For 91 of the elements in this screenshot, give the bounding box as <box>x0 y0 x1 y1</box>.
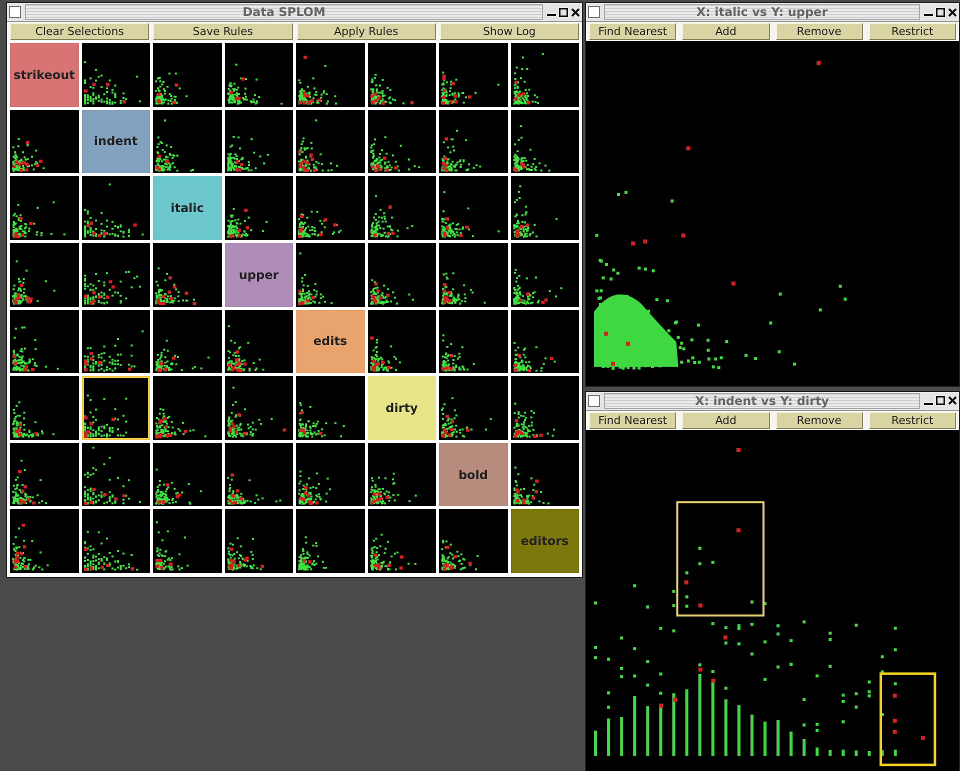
scatter-plot-drawing[interactable] <box>224 376 293 440</box>
scatter-plot-drawing[interactable] <box>82 176 150 240</box>
toolbar-button[interactable]: Find Nearest <box>589 23 676 40</box>
toolbar-button[interactable]: Show Log <box>440 23 579 40</box>
scatter-plot-drawing[interactable] <box>82 242 150 306</box>
variable-label[interactable]: edits <box>296 310 364 374</box>
variable-label[interactable]: upper <box>224 242 293 306</box>
maximize-icon[interactable] <box>936 8 945 16</box>
scatter-plot-drawing[interactable] <box>82 43 150 107</box>
scatter-plot-drawing[interactable] <box>224 442 293 506</box>
scatter-plot-drawing[interactable] <box>153 310 222 374</box>
toolbar-button[interactable]: Clear Selections <box>10 23 150 40</box>
close-icon[interactable] <box>948 396 957 406</box>
scatter-plot-drawing[interactable] <box>368 110 436 174</box>
scatter-plot-drawing[interactable] <box>296 242 364 306</box>
toolbar-button[interactable]: Find Nearest <box>589 412 676 429</box>
variable-label[interactable]: indent <box>82 110 150 174</box>
scatter-plot-drawing[interactable] <box>296 509 364 573</box>
scatter-plot-drawing[interactable] <box>510 110 579 174</box>
scatter-plot-drawing[interactable] <box>594 61 847 370</box>
window-menu-icon[interactable] <box>588 394 600 407</box>
scatter-plot-drawing[interactable] <box>296 376 364 440</box>
scatter-plot-drawing[interactable] <box>82 376 150 440</box>
scatter-plot-drawing[interactable] <box>153 43 222 107</box>
scatter-plot-drawing[interactable] <box>510 442 579 506</box>
scatter-plot-drawing[interactable] <box>296 110 364 174</box>
window-title: Data SPLOM <box>25 4 543 20</box>
window-menu-icon[interactable] <box>588 6 600 18</box>
scatter-plot-drawing[interactable] <box>10 310 78 374</box>
scatter-plot-drawing[interactable] <box>296 176 364 240</box>
toolbar-button[interactable]: Apply Rules <box>296 23 436 40</box>
scatter-plot-drawing[interactable] <box>82 509 150 573</box>
scatter-plot-drawing[interactable] <box>510 43 579 107</box>
scatter-plot-drawing[interactable] <box>439 376 508 440</box>
scatter-plot-drawing[interactable] <box>368 43 436 107</box>
scatter-plot-drawing[interactable] <box>368 176 436 240</box>
toolbar-button[interactable]: Remove <box>776 412 863 429</box>
scatter-plot-drawing[interactable] <box>10 442 78 506</box>
toolbar-button[interactable]: Restrict <box>868 23 956 40</box>
scatter-plot-drawing[interactable] <box>594 448 925 756</box>
selection-rectangle[interactable] <box>676 501 764 616</box>
window-menu-icon[interactable] <box>9 6 21 18</box>
scatter-plot-drawing[interactable] <box>439 242 508 306</box>
scatter-plot-drawing[interactable] <box>224 509 293 573</box>
scatter-plot-drawing[interactable] <box>439 176 508 240</box>
scatter-plot-drawing[interactable] <box>510 376 579 440</box>
variable-label[interactable]: bold <box>439 442 508 506</box>
variable-label[interactable]: italic <box>153 176 222 240</box>
scatter-plot-drawing[interactable] <box>82 442 150 506</box>
scatter-plot-drawing[interactable] <box>368 310 436 374</box>
scatter-plot-drawing[interactable] <box>224 43 293 107</box>
selection-rectangle[interactable] <box>880 672 936 766</box>
scatter-plot-drawing[interactable] <box>153 376 222 440</box>
toolbar-button[interactable]: Save Rules <box>153 23 292 40</box>
scatter-plot-drawing[interactable] <box>224 110 293 174</box>
scatter-plot-drawing[interactable] <box>10 242 78 306</box>
maximize-icon[interactable] <box>936 396 945 406</box>
close-icon[interactable] <box>571 8 580 16</box>
scatter-plot-drawing[interactable] <box>439 43 508 107</box>
scatter-plot-drawing[interactable] <box>10 176 78 240</box>
scatter-plot-drawing[interactable] <box>82 310 150 374</box>
toolbar-button[interactable]: Remove <box>776 23 863 40</box>
window-title: X: italic vs Y: upper <box>604 4 920 20</box>
scatter-plot-drawing[interactable] <box>510 176 579 240</box>
scatter-plot-drawing[interactable] <box>153 442 222 506</box>
scatter-plot-drawing[interactable] <box>296 442 364 506</box>
scatter-plot-drawing[interactable] <box>10 110 78 174</box>
scatter-plot-drawing[interactable] <box>296 43 364 107</box>
scatter-plot-drawing[interactable] <box>439 509 508 573</box>
scatter-plot-drawing[interactable] <box>368 442 436 506</box>
close-icon[interactable] <box>948 8 957 16</box>
toolbar-button[interactable]: Restrict <box>868 412 956 429</box>
scatter-plot-drawing[interactable] <box>510 242 579 306</box>
scatter-plot-drawing[interactable] <box>368 242 436 306</box>
scatter-plot-drawing[interactable] <box>153 242 222 306</box>
toolbar-button[interactable]: Add <box>682 412 770 429</box>
scatter-plot-drawing[interactable] <box>153 110 222 174</box>
maximize-icon[interactable] <box>559 8 568 16</box>
scatter-plot-drawing[interactable] <box>224 176 293 240</box>
variable-label[interactable]: strikeout <box>10 43 78 107</box>
scatter-plot-drawing[interactable] <box>10 509 78 573</box>
scatter-plot-drawing[interactable] <box>510 310 579 374</box>
scatter-plot-drawing[interactable] <box>368 509 436 573</box>
scatter-plot-drawing[interactable] <box>439 110 508 174</box>
toolbar-button[interactable]: Add <box>682 23 770 40</box>
scatter-plot-drawing[interactable] <box>439 310 508 374</box>
scatter-plot-drawing[interactable] <box>153 509 222 573</box>
scatter-plot-drawing[interactable] <box>10 376 78 440</box>
scatter-plot-drawing[interactable] <box>224 310 293 374</box>
variable-label[interactable]: dirty <box>368 376 436 440</box>
window-title: X: indent vs Y: dirty <box>604 392 920 409</box>
